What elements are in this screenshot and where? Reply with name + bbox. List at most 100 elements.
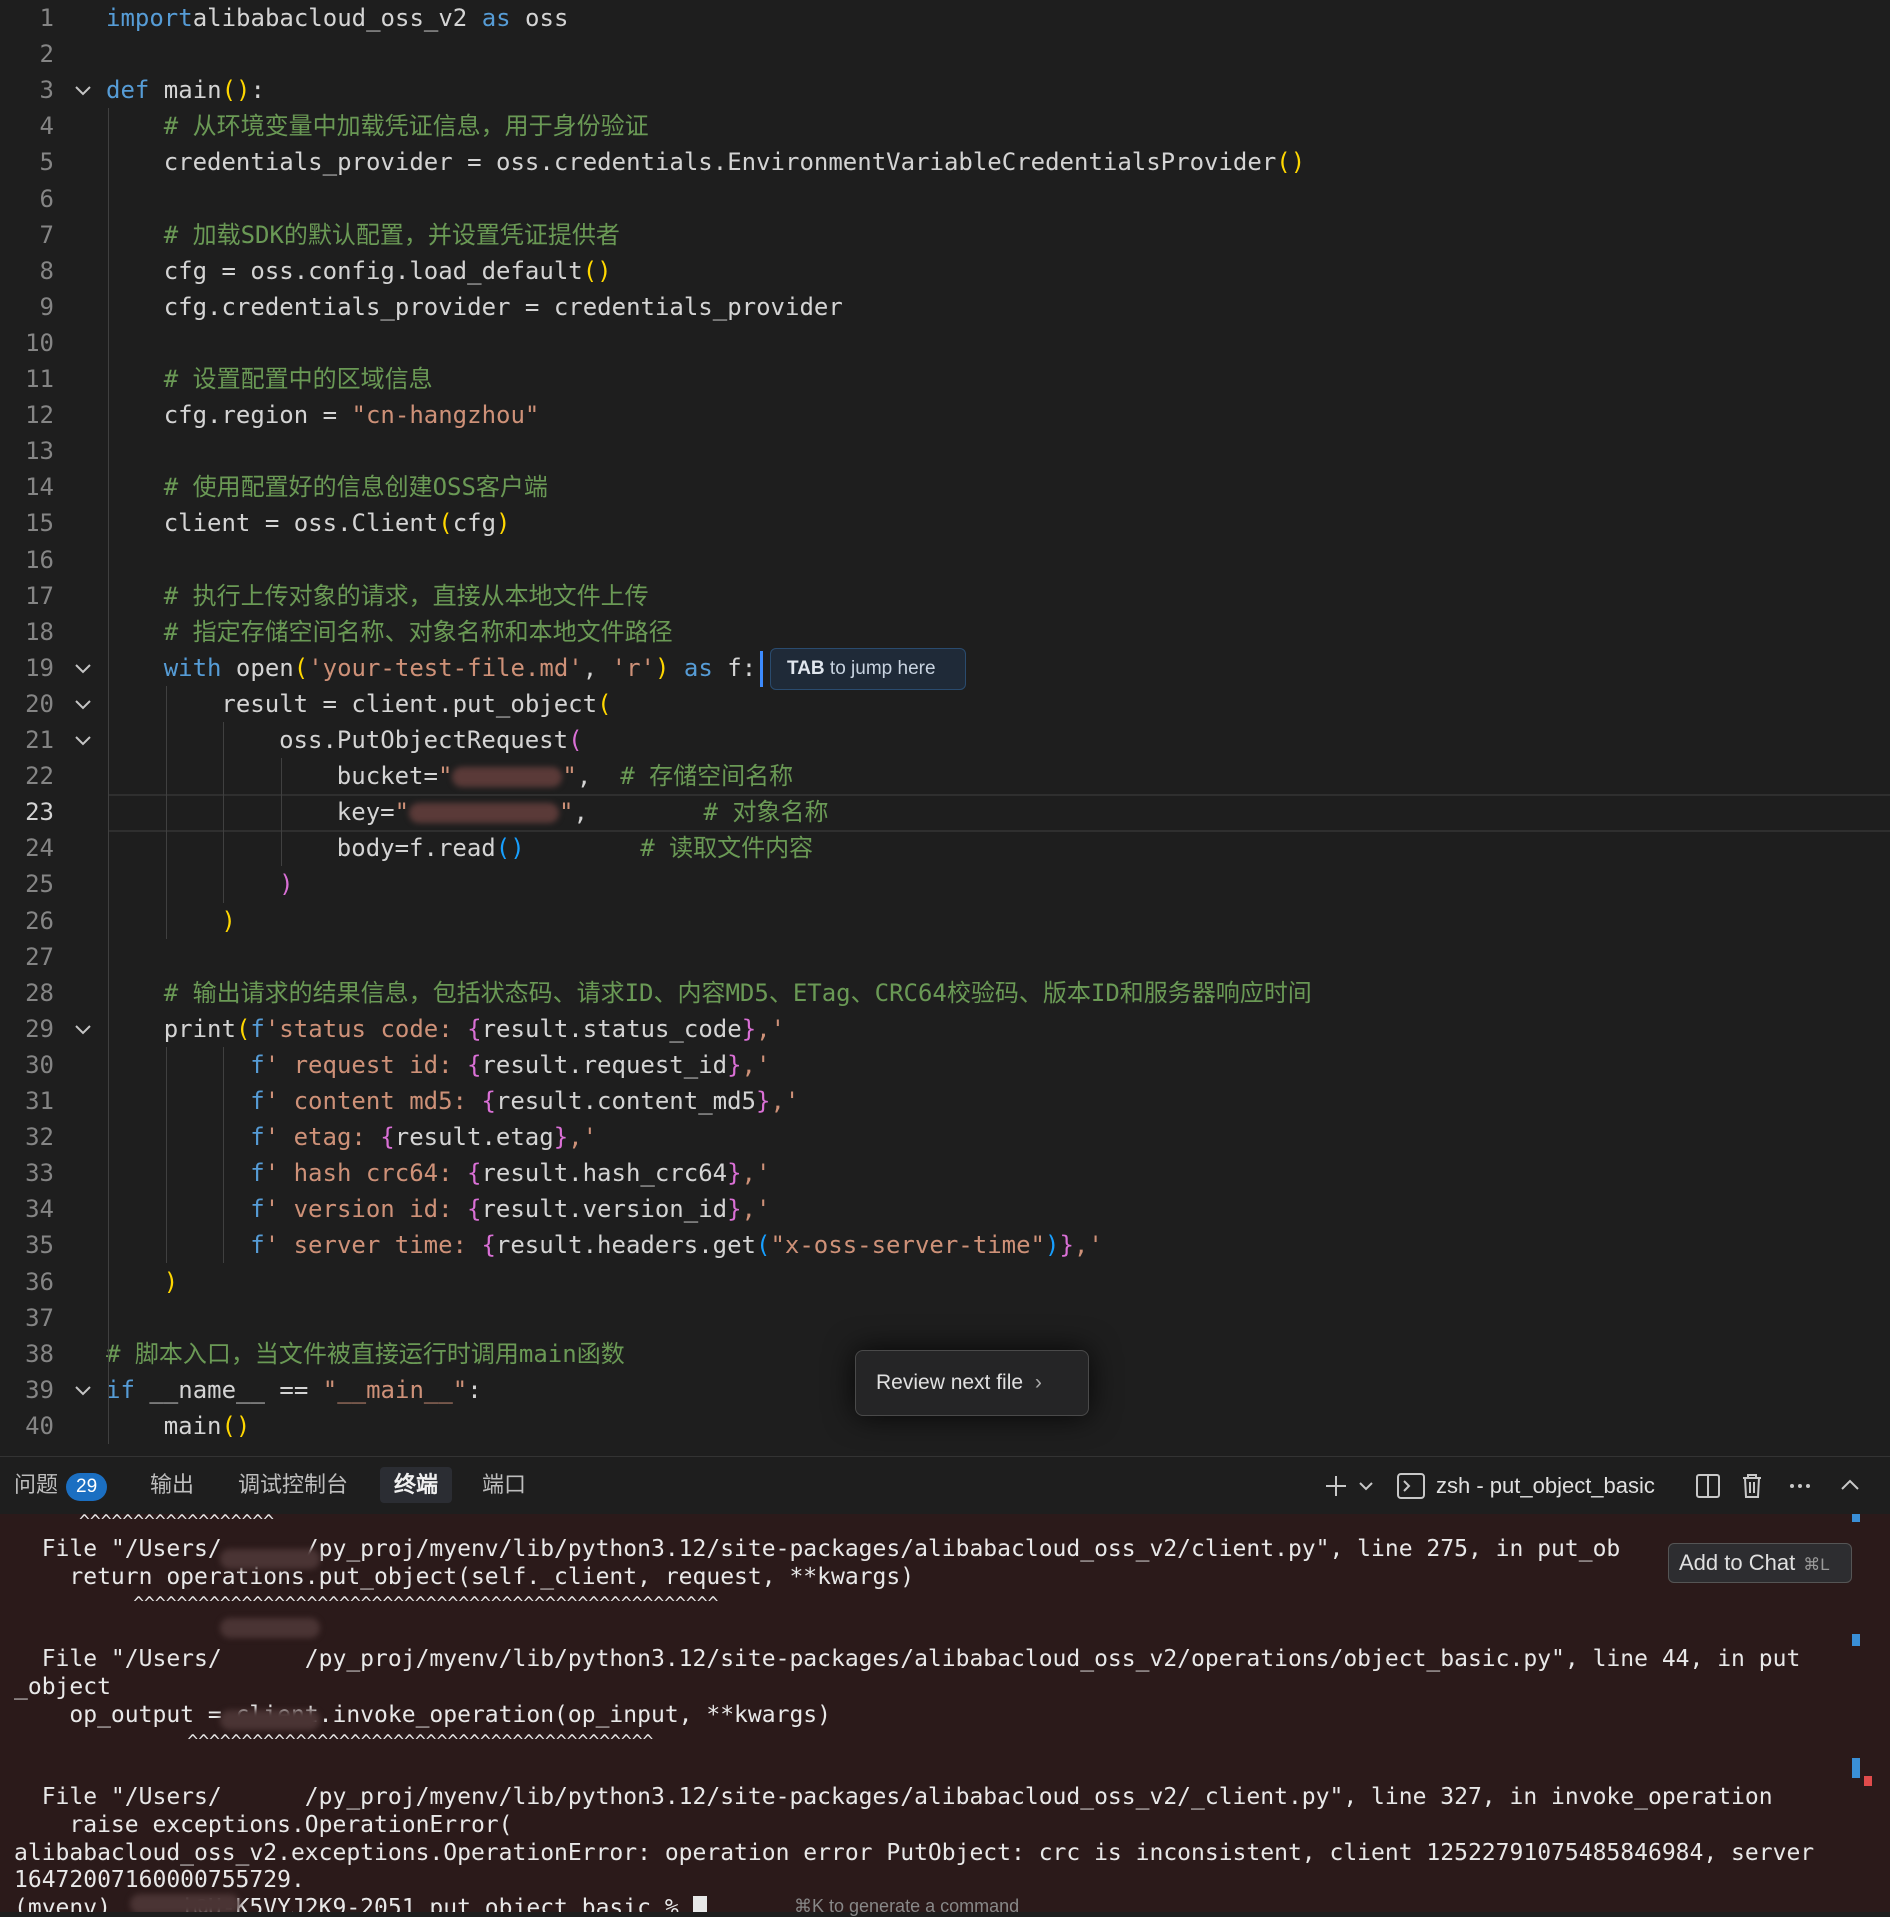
code-token: ) [221,906,236,935]
code-line[interactable]: 5 credentials_provider = oss.credentials.… [0,144,1890,180]
line-number: 14 [25,473,54,502]
code-token: () [495,834,525,863]
line-number: 36 [25,1267,54,1296]
code-line[interactable]: 8 cfg = oss.config.load_default() [0,253,1890,289]
fold-chevron-icon[interactable] [72,72,94,108]
code-token: bucket= [336,762,438,791]
code-line[interactable]: 17 # 执行上传对象的请求，直接从本地文件上传 [0,578,1890,614]
code-line[interactable]: 24 body=f.read() # 读取文件内容 [0,830,1890,866]
line-number: 2 [39,40,54,69]
code-token: f [250,1050,265,1079]
code-token: f [250,1159,265,1188]
line-number: 37 [25,1303,54,1332]
code-line[interactable]: 6 [0,181,1890,217]
code-line[interactable]: 9 cfg.credentials_provider = credentials_… [0,289,1890,325]
code-line[interactable]: 34 f' version id: {result.version_id},' [0,1191,1890,1227]
code-line[interactable]: 12 cfg.region = "cn-hangzhou" [0,397,1890,433]
code-line[interactable]: 37 [0,1300,1890,1336]
code-line[interactable]: 16 [0,542,1890,578]
code-line[interactable]: 4 # 从环境变量中加载凭证信息，用于身份验证 [0,108,1890,144]
code-token: ' server time: [264,1231,482,1260]
trash-icon[interactable] [1738,1469,1766,1503]
code-line[interactable]: 35 f' server time: {result.headers.get("x… [0,1227,1890,1263]
code-line[interactable]: 29 print(f'status code: {result.status_co… [0,1011,1890,1047]
code-token: print [163,1014,236,1043]
tab-output[interactable]: 输出 [136,1467,208,1503]
code-token: { [467,1014,482,1043]
code-line[interactable]: 31 f' content md5: {result.content_md5},' [0,1083,1890,1119]
tab-hint-text: to jump here [829,658,936,679]
code-line[interactable]: 13 [0,433,1890,469]
review-next-file-button[interactable]: Review next file › [855,1350,1089,1416]
code-line[interactable]: 28 # 输出请求的结果信息，包括状态码、请求ID、内容MD5、ETag、CRC6… [0,975,1890,1011]
code-token: # 从环境变量中加载凭证信息，用于身份验证 [163,112,649,141]
code-line[interactable]: 15 client = oss.Client(cfg) [0,505,1890,541]
code-token: , [582,653,612,682]
terminal-prompt-line: (myenv) i@U-K5VYJ2K9-2051 put_object_bas… [14,1894,707,1912]
code-line[interactable]: 36) [0,1264,1890,1300]
code-line[interactable]: 30 f' request id: {result.request_id},' [0,1047,1890,1083]
code-line[interactable]: 11 # 设置配置中的区域信息 [0,361,1890,397]
code-line[interactable]: 21 oss.PutObjectRequest( [0,722,1890,758]
more-icon[interactable] [1786,1469,1814,1503]
code-line[interactable]: 33 f' hash crc64: {result.hash_crc64},' [0,1155,1890,1191]
line-number: 30 [25,1050,54,1079]
code-token: main [163,1411,222,1440]
code-line[interactable]: 20 result = client.put_object( [0,686,1890,722]
line-number: 9 [39,292,54,321]
code-line[interactable]: 26) [0,903,1890,939]
code-line[interactable]: 7 # 加载SDK的默认配置，并设置凭证提供者 [0,217,1890,253]
line-number: 24 [25,834,54,863]
line-number: 39 [25,1375,54,1404]
terminal-output[interactable]: ^^^^^^^^^^^^^^^^^^ File "/Users/ /py_pro… [0,1514,1890,1912]
tab-ports[interactable]: 端口 [468,1467,540,1503]
code-token: { [481,1231,496,1260]
scroll-marker [1852,1634,1860,1646]
code-token: # 读取文件内容 [640,834,814,863]
code-token: # 执行上传对象的请求，直接从本地文件上传 [163,581,649,610]
split-icon[interactable] [1694,1469,1722,1503]
line-number: 33 [25,1159,54,1188]
code-token: result.request_id [481,1050,728,1079]
code-token: ' etag: [264,1123,381,1152]
code-line[interactable]: 2 [0,36,1890,72]
code-editor[interactable]: 1 importalibabacloud_oss_v2 as oss 2 3 def m… [0,0,1890,1456]
fold-chevron-icon[interactable] [72,1011,94,1047]
fold-chevron-icon[interactable] [72,722,94,758]
tab-terminal[interactable]: 终端 [380,1467,453,1503]
code-line[interactable]: 27 [0,939,1890,975]
code-token: , [576,762,621,791]
code-token: with [163,653,222,682]
code-line[interactable]: 3 def main(): [0,72,1890,108]
code-token: # 脚本入口，当文件被直接运行时调用main函数 [106,1339,625,1368]
tab-jump-hint[interactable]: TAB to jump here [770,648,966,690]
code-line[interactable]: 22 bucket=" ", # 存储空间名称 [0,758,1890,794]
code-line[interactable]: 14 # 使用配置好的信息创建OSS客户端 [0,469,1890,505]
code-line[interactable]: 18 # 指定存储空间名称、对象名称和本地文件路径 [0,614,1890,650]
add-to-chat-button[interactable]: Add to Chat ⌘L [1668,1543,1852,1583]
review-button-label: Review next file [876,1371,1024,1394]
code-line[interactable]: 32 f' etag: {result.etag},' [0,1119,1890,1155]
terminal-scrollbar[interactable] [1852,1514,1872,1912]
chevron-down-icon[interactable] [1356,1469,1376,1503]
chevron-up-icon[interactable] [1836,1469,1864,1503]
text-cursor [760,651,763,687]
fold-chevron-icon[interactable] [72,650,94,686]
tab-problems[interactable]: 问题 29 [0,1467,121,1503]
terminal-line-text: raise exceptions.OperationError( [14,1812,513,1838]
code-text: f' request id: {result.request_id},' [250,1047,770,1083]
code-line[interactable]: 10 [0,325,1890,361]
code-line[interactable]: 25) [0,866,1890,902]
fold-chevron-icon[interactable] [72,1372,94,1408]
code-token: cfg.credentials_provider = credentials_p… [163,292,843,321]
tab-debug-console[interactable]: 调试控制台 [224,1467,362,1503]
code-line[interactable]: 1 importalibabacloud_oss_v2 as oss [0,0,1890,36]
plus-icon[interactable] [1322,1469,1350,1503]
terminal-name[interactable]: zsh - put_object_basic [1436,1469,1655,1503]
code-text: ) [279,866,293,902]
tab-problems-label: 问题 [14,1472,59,1497]
line-number: 32 [25,1123,54,1152]
code-token: } [727,1050,742,1079]
line-number: 16 [25,545,54,574]
fold-chevron-icon[interactable] [72,686,94,722]
